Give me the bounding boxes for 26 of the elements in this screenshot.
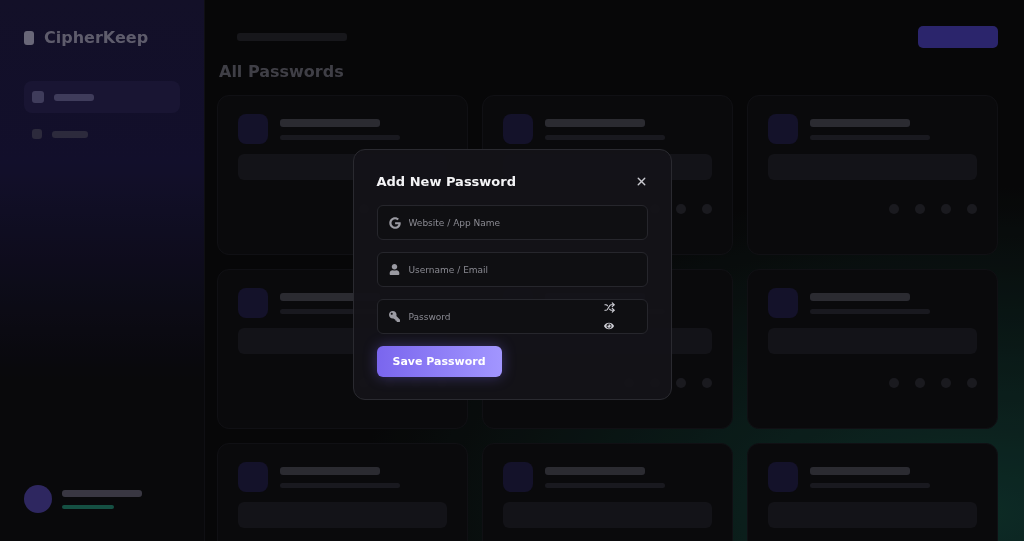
google-icon (388, 217, 401, 229)
card-icon (503, 462, 533, 492)
card-icon (238, 114, 268, 144)
username-field[interactable]: Username / Email (376, 252, 648, 287)
card-icon (238, 462, 268, 492)
card-icon (768, 462, 798, 492)
blurred-text-bar (52, 130, 88, 138)
user-icon (388, 264, 400, 275)
brand-name: CipherKeep (44, 28, 149, 47)
card-icon (768, 114, 798, 144)
save-password-button[interactable]: Save Password (376, 346, 502, 377)
card-icon (503, 114, 533, 144)
dialog-title: Add New Password (376, 174, 516, 189)
eye-icon[interactable] (604, 321, 614, 331)
website-field[interactable]: Website / App Name (376, 205, 648, 240)
strength-bar (62, 504, 114, 509)
password-field[interactable]: Password (376, 299, 648, 334)
page-heading: All Passwords (218, 62, 345, 81)
card-icon (768, 288, 798, 318)
add-button[interactable] (918, 26, 998, 48)
key-icon (388, 311, 400, 322)
avatar (24, 485, 52, 513)
card-icon (238, 288, 268, 318)
blurred-text-bar (54, 93, 94, 101)
shuffle-icon[interactable] (603, 302, 615, 313)
sidebar-item[interactable] (24, 81, 180, 113)
